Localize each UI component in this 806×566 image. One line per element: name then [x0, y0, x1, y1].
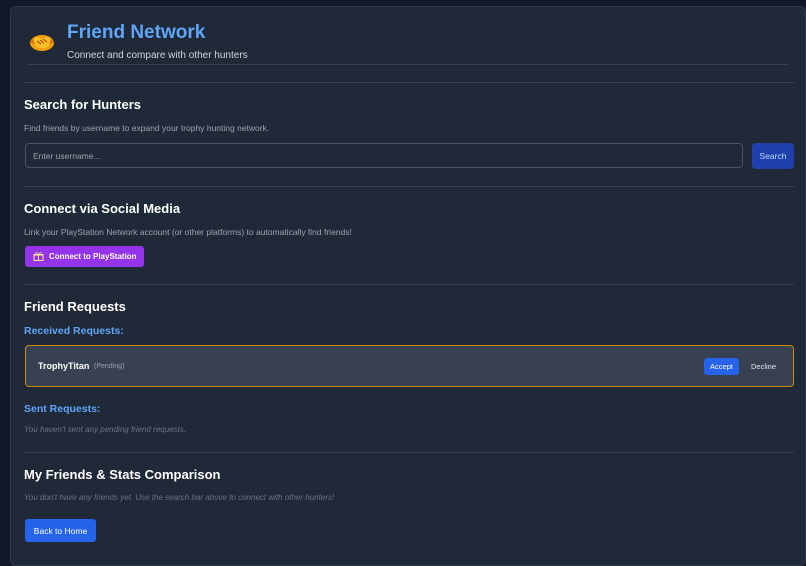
request-status: (Pending) [94, 363, 125, 370]
decline-button[interactable]: Decline [745, 358, 782, 375]
friend-request-card: TrophyTitan (Pending) Accept Decline [25, 345, 794, 387]
accept-button[interactable]: Accept [704, 358, 739, 375]
social-description: Link your PlayStation Network account (o… [24, 227, 352, 237]
search-description: Find friends by username to expand your … [24, 123, 270, 133]
sent-requests-empty: You haven't sent any pending friend requ… [24, 425, 187, 434]
handshake-icon [30, 35, 54, 51]
sent-requests-heading: Sent Requests: [24, 403, 101, 415]
social-heading: Connect via Social Media [24, 201, 181, 216]
friend-network-panel: Friend Network Connect and compare with … [10, 6, 806, 566]
gift-icon [33, 252, 44, 261]
requester-name[interactable]: TrophyTitan [38, 361, 89, 371]
section-divider [24, 284, 794, 285]
received-requests-heading: Received Requests: [24, 325, 124, 337]
friend-requests-heading: Friend Requests [24, 299, 126, 314]
section-divider [24, 452, 794, 453]
search-button[interactable]: Search [752, 143, 794, 169]
search-heading: Search for Hunters [24, 97, 142, 112]
connect-playstation-button[interactable]: Connect to PlayStation [25, 246, 144, 267]
friends-heading: My Friends & Stats Comparison [24, 467, 221, 482]
back-to-home-button[interactable]: Back to Home [25, 519, 96, 542]
page-title: Friend Network [67, 22, 206, 43]
section-divider [24, 82, 794, 83]
section-divider [24, 186, 794, 187]
page-subtitle: Connect and compare with other hunters [67, 50, 248, 61]
username-search-input[interactable] [25, 143, 743, 168]
page-header: Friend Network Connect and compare with … [27, 21, 789, 65]
connect-playstation-label: Connect to PlayStation [49, 252, 137, 261]
friends-empty: You don't have any friends yet. Use the … [24, 493, 335, 502]
